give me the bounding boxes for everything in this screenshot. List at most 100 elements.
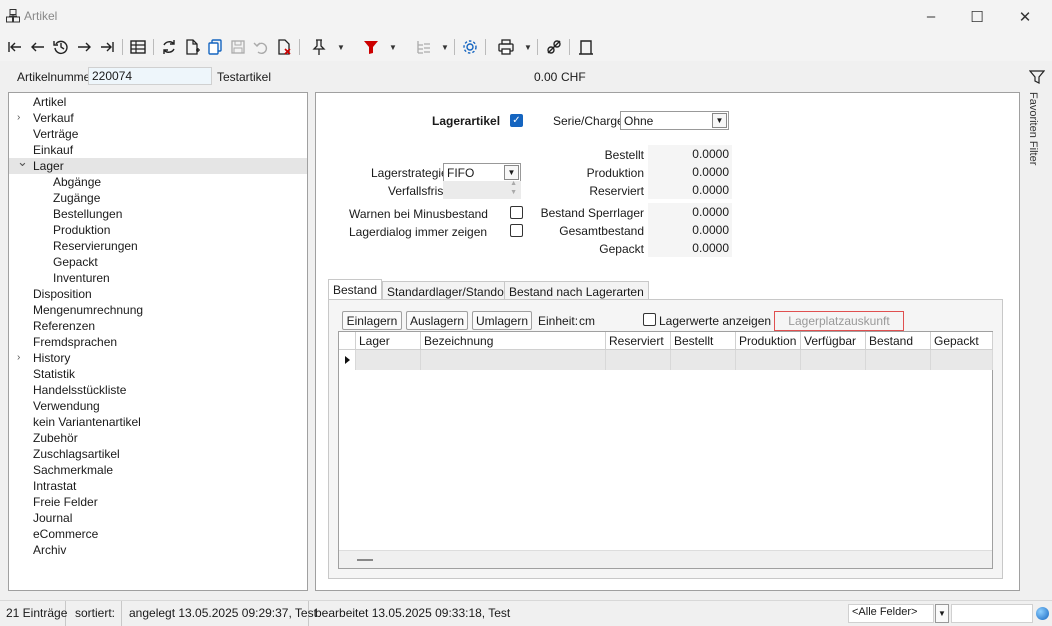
lagerplatzauskunft-button[interactable]: Lagerplatzauskunft	[774, 311, 904, 331]
favorites-filter-label[interactable]: Favoriten Filter	[1027, 92, 1039, 165]
article-currency: CHF	[561, 70, 586, 84]
chevron-right-icon[interactable]: ›	[17, 110, 20, 126]
tree-item[interactable]: Sachmerkmale	[9, 462, 307, 478]
link-icon[interactable]	[543, 36, 565, 58]
last-record-icon[interactable]	[96, 36, 118, 58]
tree-item[interactable]: Einkauf	[9, 142, 307, 158]
grid-column-header[interactable]: Bestellt	[671, 332, 736, 350]
grid-column-header[interactable]: Bezeichnung	[421, 332, 606, 350]
delete-document-icon[interactable]	[273, 36, 295, 58]
table-view-icon[interactable]	[127, 36, 149, 58]
close-button[interactable]: ✕	[1002, 0, 1048, 33]
tree-item[interactable]: Produktion	[9, 222, 307, 238]
grid-column-header[interactable]: Bestand	[866, 332, 931, 350]
grid-column-header[interactable]: Lager	[356, 332, 421, 350]
tree-structure-icon[interactable]	[412, 36, 434, 58]
grid-cell[interactable]	[421, 350, 606, 370]
tree-item[interactable]: Verträge	[9, 126, 307, 142]
field-filter-dropdown-icon[interactable]: ▼	[935, 604, 949, 623]
tree-item[interactable]: Statistik	[9, 366, 307, 382]
forward-arrow-icon[interactable]	[73, 36, 95, 58]
tree-item[interactable]: Journal	[9, 510, 307, 526]
new-document-icon[interactable]	[181, 36, 203, 58]
auslagern-button[interactable]: Auslagern	[406, 311, 468, 330]
back-arrow-icon[interactable]	[27, 36, 49, 58]
grid-cell[interactable]	[931, 350, 993, 370]
tree-item[interactable]: ⌄ Lager	[9, 154, 307, 174]
chevron-down-icon[interactable]: ⌄	[17, 154, 28, 170]
pin-icon[interactable]	[308, 36, 330, 58]
tree-item[interactable]: Handelsstückliste	[9, 382, 307, 398]
tree-item[interactable]: Freie Felder	[9, 494, 307, 510]
grid-cell[interactable]	[866, 350, 931, 370]
tree-item[interactable]: › History	[9, 350, 307, 366]
chevron-right-icon[interactable]: ›	[17, 350, 20, 366]
tree-item[interactable]: kein Variantenartikel	[9, 414, 307, 430]
tree-item[interactable]: Abgänge	[9, 174, 307, 190]
title-bar: Artikel – ☐ ✕	[0, 0, 1052, 33]
pin-dropdown-icon[interactable]: ▼	[336, 36, 346, 58]
tree-item[interactable]: Gepackt	[9, 254, 307, 270]
tree-item[interactable]: Reservierungen	[9, 238, 307, 254]
grid-column-header[interactable]: Reserviert	[606, 332, 671, 350]
einlagern-button[interactable]: Einlagern	[342, 311, 402, 330]
grid-cell[interactable]	[736, 350, 801, 370]
umlagern-button[interactable]: Umlagern	[472, 311, 532, 330]
tree-item[interactable]: Zuschlagsartikel	[9, 446, 307, 462]
filter-icon[interactable]	[360, 36, 382, 58]
search-input[interactable]	[951, 604, 1033, 623]
minimize-button[interactable]: –	[908, 0, 954, 33]
globe-icon[interactable]	[1036, 607, 1049, 620]
print-icon[interactable]	[495, 36, 517, 58]
copy-icon[interactable]	[204, 36, 226, 58]
maximize-button[interactable]: ☐	[954, 0, 1000, 33]
print-dropdown-icon[interactable]: ▼	[523, 36, 533, 58]
tree-item[interactable]: Artikel	[9, 94, 307, 110]
layout-icon[interactable]	[575, 36, 597, 58]
filter-dropdown-icon[interactable]: ▼	[388, 36, 398, 58]
row-indicator-icon[interactable]	[339, 350, 356, 370]
tree-item-label: Artikel	[33, 95, 67, 109]
grid-cell[interactable]	[606, 350, 671, 370]
grid-cell[interactable]	[671, 350, 736, 370]
article-number-field[interactable]: 220074	[88, 67, 212, 85]
tree-item-label: Verkauf	[33, 111, 74, 125]
tab-bestand[interactable]: Bestand	[328, 279, 383, 301]
favorites-filter-panel[interactable]: Favoriten Filter	[1024, 66, 1050, 596]
tree-item[interactable]: Archiv	[9, 542, 307, 558]
lagerartikel-checkbox[interactable]: ✓	[510, 114, 523, 127]
serie-charge-select[interactable]: Ohne ▼	[620, 111, 729, 130]
tree-item[interactable]: Zubehör	[9, 430, 307, 446]
grid-cell[interactable]	[801, 350, 866, 370]
grid-column-header[interactable]: Verfügbar	[801, 332, 866, 350]
tree-item[interactable]: Verwendung	[9, 398, 307, 414]
first-record-icon[interactable]	[4, 36, 26, 58]
bestand-grid: Lager Bezeichnung Reserviert Bestellt Produk…	[338, 331, 993, 569]
funnel-icon[interactable]	[1029, 69, 1045, 85]
chevron-down-icon[interactable]: ▼	[712, 113, 727, 128]
tree-item[interactable]: Bestellungen	[9, 206, 307, 222]
tree-item[interactable]: Referenzen	[9, 318, 307, 334]
tree-item[interactable]: Intrastat	[9, 478, 307, 494]
tree-dropdown-icon[interactable]: ▼	[440, 36, 450, 58]
tree-item[interactable]: Fremdsprachen	[9, 334, 307, 350]
tree-item[interactable]: Inventuren	[9, 270, 307, 286]
tree-item[interactable]: Zugänge	[9, 190, 307, 206]
lagerstrategie-value: FIFO	[447, 166, 475, 180]
settings-gear-icon[interactable]	[459, 36, 481, 58]
field-filter-select[interactable]: <Alle Felder>	[848, 604, 934, 623]
tree-item[interactable]: Disposition	[9, 286, 307, 302]
lagerwerte-checkbox[interactable]	[643, 313, 656, 326]
grid-column-header[interactable]: Produktion	[736, 332, 801, 350]
grid-column-header[interactable]: Gepackt	[931, 332, 993, 350]
history-icon[interactable]	[50, 36, 72, 58]
tree-item-label: Inventuren	[53, 271, 110, 285]
save-icon[interactable]	[227, 36, 249, 58]
tree-item[interactable]: eCommerce	[9, 526, 307, 542]
tree-item[interactable]: › Verkauf	[9, 110, 307, 126]
tree-item[interactable]: Mengenumrechnung	[9, 302, 307, 318]
horizontal-scrollbar[interactable]	[339, 550, 992, 568]
undo-icon[interactable]	[250, 36, 272, 58]
grid-cell[interactable]	[356, 350, 421, 370]
refresh-icon[interactable]	[158, 36, 180, 58]
